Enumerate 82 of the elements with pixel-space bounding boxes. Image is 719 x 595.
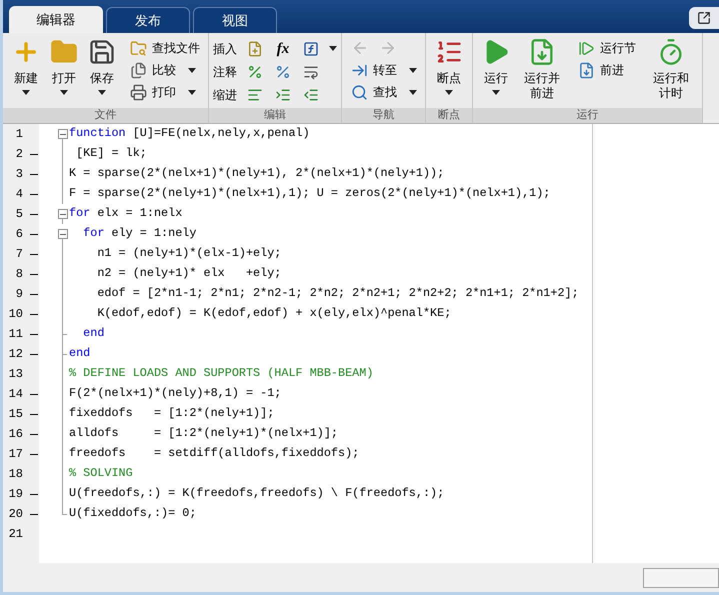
code-line: % DEFINE LOADS AND SUPPORTS (HALF MBB-BEAM) (69, 365, 374, 382)
toolbar-button[interactable]: 查找 (350, 81, 417, 103)
fold-toggle-icon[interactable] (58, 229, 68, 239)
ribbon-tab[interactable]: 编辑器 (9, 6, 103, 33)
toolbar-button[interactable]: 查找文件 (129, 37, 200, 59)
line-number: 12 (8, 346, 23, 363)
fold-toggle-icon[interactable] (58, 129, 68, 139)
line-number: 21 (8, 526, 23, 543)
code-line: F = sparse(2*(nely+1)*(nelx+1),1); U = zeros(2*(nely+1)*(nelx+1),1); (69, 185, 550, 202)
code-line: U(freedofs,:) = K(freedofs,freedofs) \ F(freedofs,:); (69, 485, 444, 502)
line-number: 15 (8, 406, 23, 423)
toolbar-button[interactable]: 断点 (430, 33, 468, 107)
section-label: 导航 (342, 108, 425, 123)
line-number: 19 (8, 486, 23, 503)
row-label: 缩进 (213, 86, 237, 104)
line-number: 5 (14, 206, 23, 223)
documents-icon (129, 60, 148, 80)
line-number: 10 (8, 306, 23, 323)
function-button[interactable]: fx (273, 40, 293, 58)
undock-button[interactable] (689, 7, 719, 29)
code-line: end (69, 345, 90, 362)
line-number: 4 (14, 186, 23, 203)
line-number: 9 (14, 286, 23, 303)
folder-search-icon (129, 38, 148, 58)
section-label: 编辑 (209, 108, 341, 123)
line-number: 3 (14, 166, 23, 183)
undock-icon (697, 11, 711, 25)
toolbar-button[interactable]: 运行并前进 (515, 33, 569, 107)
code-line: freedofs = setdiff(alldofs,fixeddofs); (69, 445, 360, 462)
line-number: 13 (8, 366, 23, 383)
code-line: K = sparse(2*(nelx+1)*(nely+1), 2*(nelx+1)*(nely+1)); (69, 165, 444, 182)
section-label: 运行 (473, 108, 702, 123)
fold-toggle-icon[interactable] (58, 209, 68, 219)
search-icon (350, 82, 369, 102)
toolbar-button[interactable]: 前进 (577, 59, 636, 81)
printer-icon (129, 82, 148, 102)
advance-icon (577, 60, 596, 80)
function-icon (302, 40, 320, 58)
code-line: n2 = (nely+1)* elx +ely; (96, 265, 282, 282)
fold-end-tick (63, 334, 67, 335)
row-label: 插入 (213, 40, 237, 58)
toolbar-button[interactable]: 打印 (129, 81, 200, 103)
toolbar-button[interactable]: 运行节 (577, 37, 636, 59)
code-line: alldofs = [1:2*(nely+1)*(nelx+1)]; (69, 425, 338, 442)
line-number: 6 (14, 226, 23, 243)
code-line: for elx = 1:nelx (69, 205, 182, 222)
section-label: 断点 (426, 108, 472, 123)
document-plus-icon (246, 40, 264, 58)
code-line: [KE] = lk; (75, 145, 147, 162)
ribbon-tab[interactable]: 视图 (193, 7, 277, 33)
line-number: 1 (14, 126, 23, 143)
code-line: F(2*(nelx+1)*(nely)+8,1) = -1; (69, 385, 282, 402)
fold-end-tick (63, 354, 67, 355)
fold-end-corner (62, 504, 67, 515)
line-number: 18 (8, 466, 23, 483)
code-line: K(edof,edof) = K(edof,edof) + x(ely,elx)^penal*KE; (96, 305, 452, 322)
code-line: n1 = (nely+1)*(elx-1)+ely; (96, 245, 282, 262)
code-line: function [U]=FE(nelx,nely,x,penal) (69, 125, 310, 142)
line-number: 7 (14, 246, 23, 263)
line-number: 14 (8, 386, 23, 403)
line-number: 2 (14, 146, 23, 163)
section-label: 文件 (3, 108, 208, 123)
code-line: % SOLVING (69, 465, 133, 482)
toolbar-button[interactable]: 转至 (350, 59, 417, 81)
line-number: 8 (14, 266, 23, 283)
line-number: 20 (8, 506, 23, 523)
toolbar-button[interactable]: 运行 (477, 33, 515, 107)
toolbar-button[interactable]: 新建 (7, 33, 45, 107)
code-line: for ely = 1:nely (82, 225, 196, 242)
toolbar-button[interactable]: 打开 (45, 33, 83, 107)
code-line: U(fixeddofs,:)= 0; (69, 505, 196, 522)
code-line: fixeddofs = [1:2*(nely+1)]; (69, 405, 274, 422)
line-number: 16 (8, 426, 23, 443)
code-line: end (82, 325, 104, 342)
toolbar-button[interactable]: 保存 (83, 33, 121, 107)
toolbar-button[interactable]: 运行和计时 (644, 33, 698, 107)
code-line: edof = [2*n1-1; 2*n1; 2*n2-1; 2*n2; 2*n2+1; 2*n2+2; 2*n1+1; 2*n1+2]; (96, 285, 579, 302)
line-number: 17 (8, 446, 23, 463)
toolbar-button[interactable]: 比较 (129, 59, 200, 81)
line-number: 11 (8, 326, 23, 343)
row-label: 注释 (213, 64, 237, 80)
ribbon-tab[interactable]: 发布 (106, 7, 190, 33)
